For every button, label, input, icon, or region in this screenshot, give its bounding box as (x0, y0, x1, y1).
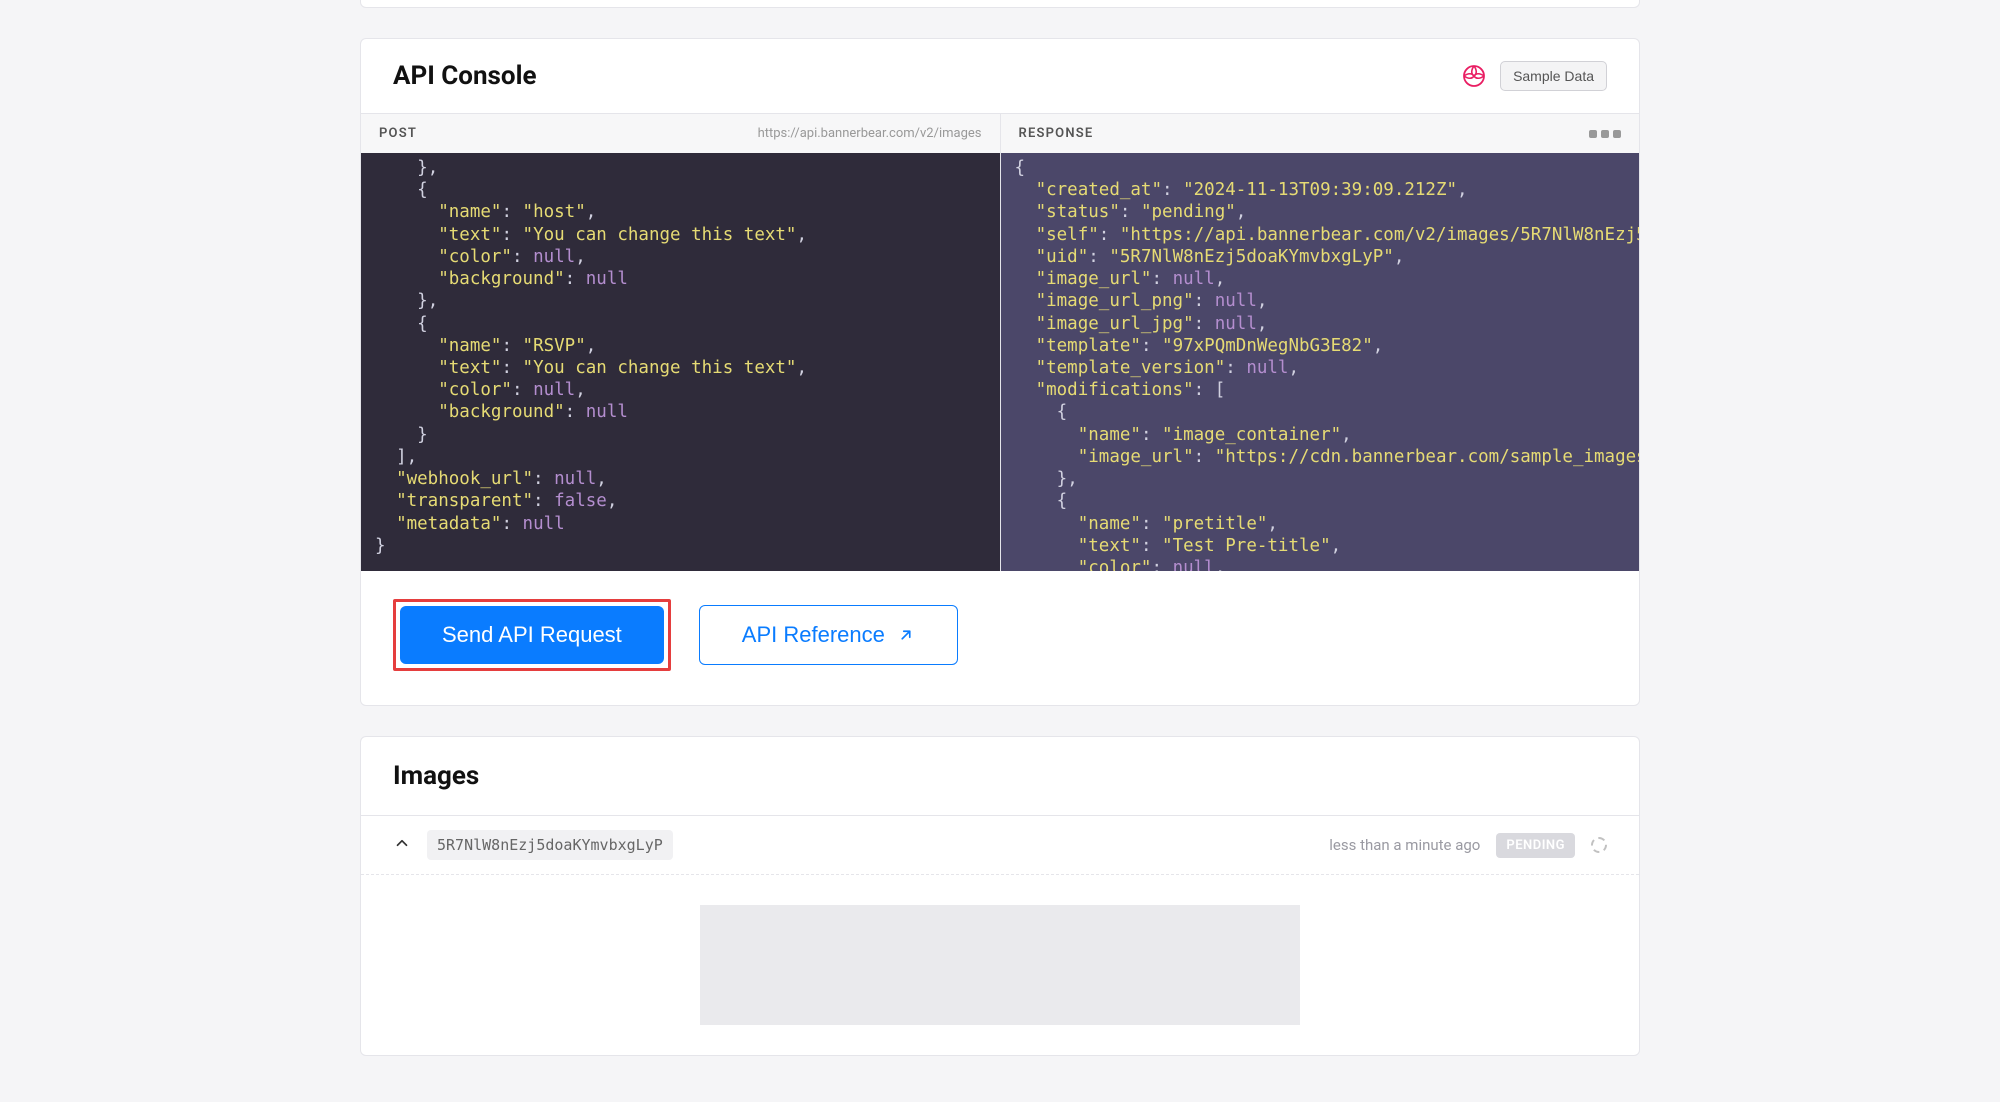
loading-spinner-icon (1591, 837, 1607, 853)
api-console-title: API Console (393, 61, 537, 91)
external-link-icon (897, 626, 915, 644)
image-preview-area (361, 874, 1639, 1055)
image-status-badge: PENDING (1496, 833, 1575, 858)
request-body-pane[interactable]: }, { "name": "host", "text": "You can ch… (361, 153, 1001, 571)
code-columns-header: POST https://api.bannerbear.com/v2/image… (361, 113, 1639, 153)
header-right-group: Sample Data (1462, 61, 1607, 91)
image-list-item[interactable]: 5R7NlW8nEzj5doaKYmvbxgLyP less than a mi… (361, 815, 1639, 874)
response-label: RESPONSE (1019, 126, 1094, 141)
sample-data-button[interactable]: Sample Data (1500, 61, 1607, 91)
chevron-up-icon[interactable] (393, 834, 411, 857)
post-label: POST (379, 126, 417, 141)
api-console-header: API Console Sample Data (361, 39, 1639, 113)
endpoint-url: https://api.bannerbear.com/v2/images (758, 126, 982, 141)
api-reference-button[interactable]: API Reference (699, 605, 958, 665)
response-body-pane[interactable]: { "created_at": "2024-11-13T09:39:09.212… (1001, 153, 1640, 571)
previous-card-bottom (360, 0, 1640, 8)
volleyball-icon (1462, 64, 1486, 88)
image-placeholder (700, 905, 1300, 1025)
ellipsis-icon[interactable] (1589, 130, 1621, 138)
code-panes: }, { "name": "host", "text": "You can ch… (361, 153, 1639, 571)
api-console-card: API Console Sample Data POST https://api… (360, 38, 1640, 706)
image-time-ago: less than a minute ago (1329, 836, 1480, 854)
send-api-request-button[interactable]: Send API Request (400, 606, 664, 664)
api-reference-label: API Reference (742, 622, 885, 648)
action-row: Send API Request API Reference (361, 571, 1639, 705)
send-api-highlight: Send API Request (393, 599, 671, 671)
images-title: Images (361, 737, 1639, 815)
image-uid: 5R7NlW8nEzj5doaKYmvbxgLyP (427, 830, 673, 860)
response-column-header: RESPONSE (1001, 114, 1640, 153)
post-column-header: POST https://api.bannerbear.com/v2/image… (361, 114, 1001, 153)
images-card: Images 5R7NlW8nEzj5doaKYmvbxgLyP less th… (360, 736, 1640, 1056)
